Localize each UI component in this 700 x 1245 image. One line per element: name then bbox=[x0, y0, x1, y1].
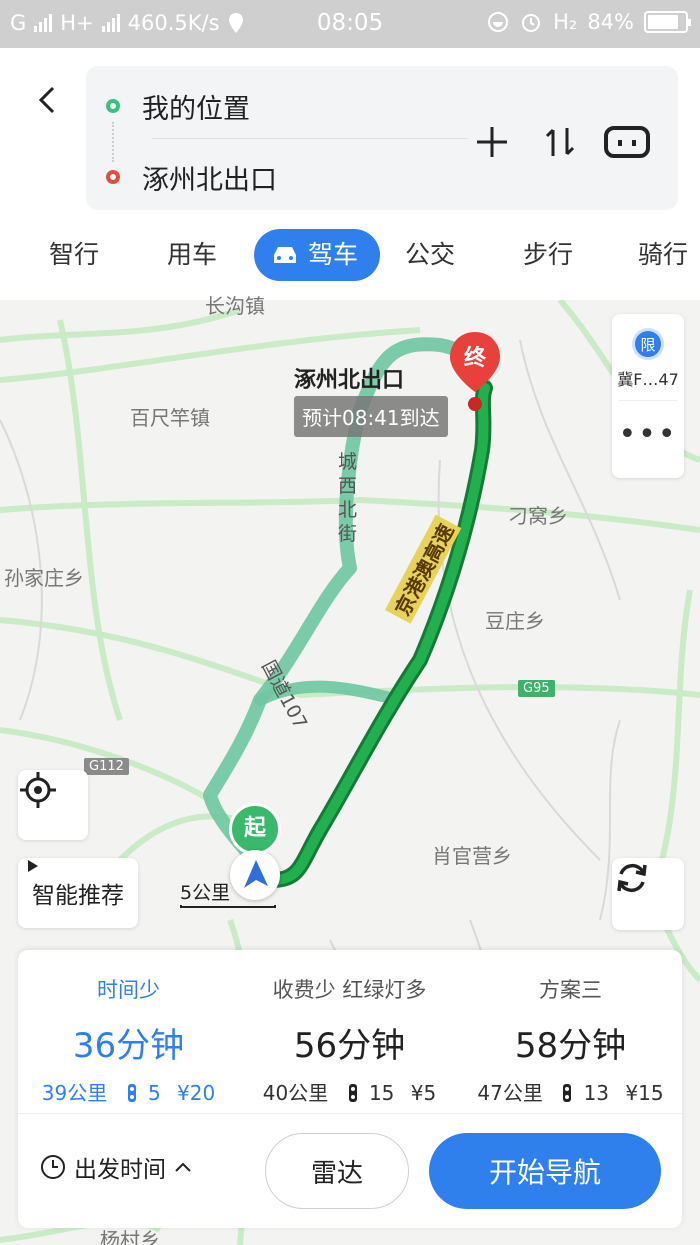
place-label: 刁窝乡 bbox=[508, 504, 568, 528]
place-label: 百尺竿镇 bbox=[130, 406, 210, 430]
plan-duration: 58分钟 bbox=[514, 1026, 627, 1066]
car-icon bbox=[604, 126, 650, 158]
plan-lights: 13 bbox=[583, 1081, 610, 1105]
battery-percent: 84% bbox=[587, 10, 634, 34]
tab-walk[interactable]: 步行 bbox=[518, 226, 578, 284]
traffic-light-icon bbox=[348, 1084, 357, 1102]
traffic-light-icon bbox=[127, 1084, 136, 1102]
plate-number: 冀F…47 bbox=[617, 370, 679, 389]
end-marker-label: 终 bbox=[463, 346, 486, 371]
plan-meta: 47公里 13 ¥15 bbox=[460, 1077, 681, 1106]
triangle-right-icon bbox=[28, 860, 38, 872]
plan-cost: ¥20 bbox=[177, 1081, 216, 1105]
tab-yongche[interactable]: 用车 bbox=[162, 226, 222, 284]
more-icon[interactable]: ••• bbox=[612, 420, 684, 450]
clock-icon bbox=[41, 1155, 65, 1179]
map-scale-bar bbox=[180, 905, 276, 908]
alarm-icon bbox=[522, 14, 541, 32]
smart-recommend-button[interactable]: 智能推荐 bbox=[18, 858, 138, 928]
start-dot-icon bbox=[106, 99, 120, 113]
plan-distance: 40公里 bbox=[262, 1081, 329, 1105]
route-input-box: 我的位置 涿州北出口 bbox=[86, 66, 678, 210]
plan-cost: ¥5 bbox=[410, 1081, 437, 1105]
start-location: 我的位置 bbox=[142, 93, 250, 125]
road-tag-g112: G112 bbox=[84, 758, 129, 775]
limit-badge: 限 bbox=[632, 328, 664, 360]
traffic-limit-card[interactable]: 限 冀F…47 ••• bbox=[612, 314, 684, 478]
network-type-3: H₂ bbox=[553, 10, 578, 34]
swap-route-button[interactable] bbox=[538, 120, 582, 164]
status-right: H₂ 84% bbox=[487, 10, 691, 34]
start-navigation-button[interactable]: 开始导航 bbox=[429, 1133, 661, 1209]
crosshair-icon bbox=[20, 772, 56, 808]
tab-zhixing[interactable]: 智行 bbox=[44, 226, 104, 284]
car-settings-button[interactable] bbox=[602, 120, 652, 164]
panel-divider bbox=[18, 1113, 682, 1114]
end-dot-icon bbox=[106, 170, 120, 184]
map-scale-label: 5公里 bbox=[180, 882, 231, 904]
plan-tag: 时间少 bbox=[97, 978, 160, 1002]
tab-bike[interactable]: 骑行 bbox=[638, 226, 700, 284]
chevron-up-icon bbox=[175, 1162, 191, 1172]
plan-distance: 47公里 bbox=[477, 1081, 543, 1105]
status-bar: G H+ 460.5K/s 08:05 H₂ 84% bbox=[0, 0, 700, 48]
depart-time-label: 出发时间 bbox=[74, 1157, 166, 1183]
plan-meta: 40公里 15 ¥5 bbox=[239, 1077, 460, 1106]
tab-drive-label: 驾车 bbox=[308, 240, 359, 269]
plan-tag: 收费少 红绿灯多 bbox=[272, 978, 427, 1002]
back-icon[interactable] bbox=[30, 82, 66, 118]
destination-label: 涿州北出口 bbox=[294, 368, 405, 393]
plan-meta: 39公里 5 ¥20 bbox=[18, 1077, 239, 1106]
transport-tabs: 智行 用车 驾车 公交 步行 骑行 bbox=[0, 226, 700, 284]
road-label-city-west: 城西北街 bbox=[338, 451, 358, 545]
plus-icon bbox=[477, 127, 507, 157]
current-location-marker bbox=[230, 850, 280, 900]
tab-drive[interactable]: 驾车 bbox=[254, 229, 380, 281]
route-header: 我的位置 涿州北出口 智行 用车 驾车 公交 步行 骑行 bbox=[0, 48, 700, 300]
refresh-icon bbox=[617, 863, 647, 893]
card-divider bbox=[618, 400, 678, 401]
plan-duration: 36分钟 bbox=[72, 1026, 185, 1066]
plan-option-3[interactable]: 方案三 58分钟 47公里 13 ¥15 bbox=[460, 950, 681, 1106]
add-waypoint-button[interactable] bbox=[470, 120, 514, 164]
road-tag-g95: G95 bbox=[518, 680, 555, 697]
battery-fill bbox=[648, 15, 679, 29]
start-marker[interactable]: 起 bbox=[229, 803, 281, 855]
depart-time-button[interactable]: 出发时间 bbox=[40, 1150, 192, 1184]
plan-cost: ¥15 bbox=[625, 1081, 664, 1105]
radar-button[interactable]: 雷达 bbox=[265, 1133, 409, 1209]
locate-button[interactable] bbox=[18, 770, 88, 840]
place-label: 孙家庄乡 bbox=[4, 566, 84, 590]
plan-lights: 5 bbox=[147, 1081, 161, 1105]
route-divider bbox=[152, 138, 468, 139]
tab-bus[interactable]: 公交 bbox=[400, 226, 460, 284]
car-icon bbox=[274, 247, 296, 263]
plan-option-1[interactable]: 时间少 36分钟 39公里 5 ¥20 bbox=[18, 950, 239, 1106]
end-marker[interactable]: 终 bbox=[448, 330, 502, 414]
plan-option-2[interactable]: 收费少 红绿灯多 56分钟 40公里 15 ¥5 bbox=[239, 950, 460, 1106]
plan-lights: 15 bbox=[368, 1081, 395, 1105]
eta-badge: 预计08:41到达 bbox=[294, 396, 448, 437]
route-plans-panel: 时间少 36分钟 39公里 5 ¥20 收费少 红绿灯多 56分钟 40公里 1… bbox=[18, 950, 682, 1228]
place-label: 肖官营乡 bbox=[432, 844, 512, 868]
swap-icon bbox=[545, 128, 575, 156]
smart-recommend-label: 智能推荐 bbox=[32, 883, 124, 909]
end-field[interactable]: 涿州北出口 bbox=[106, 157, 277, 197]
plan-tag: 方案三 bbox=[539, 978, 602, 1002]
start-field[interactable]: 我的位置 bbox=[106, 86, 250, 126]
battery-icon bbox=[644, 11, 691, 33]
traffic-light-icon bbox=[563, 1084, 572, 1102]
plan-duration: 56分钟 bbox=[293, 1026, 406, 1066]
plan-distance: 39公里 bbox=[41, 1081, 108, 1105]
place-label: 长沟镇 bbox=[205, 294, 265, 318]
end-location: 涿州北出口 bbox=[142, 164, 277, 196]
refresh-route-button[interactable] bbox=[612, 858, 684, 930]
place-label: 豆庄乡 bbox=[485, 609, 545, 633]
do-not-disturb-icon bbox=[488, 12, 509, 32]
navigation-arrow-icon bbox=[244, 860, 268, 888]
route-connector bbox=[112, 122, 114, 162]
start-marker-label: 起 bbox=[243, 816, 266, 841]
